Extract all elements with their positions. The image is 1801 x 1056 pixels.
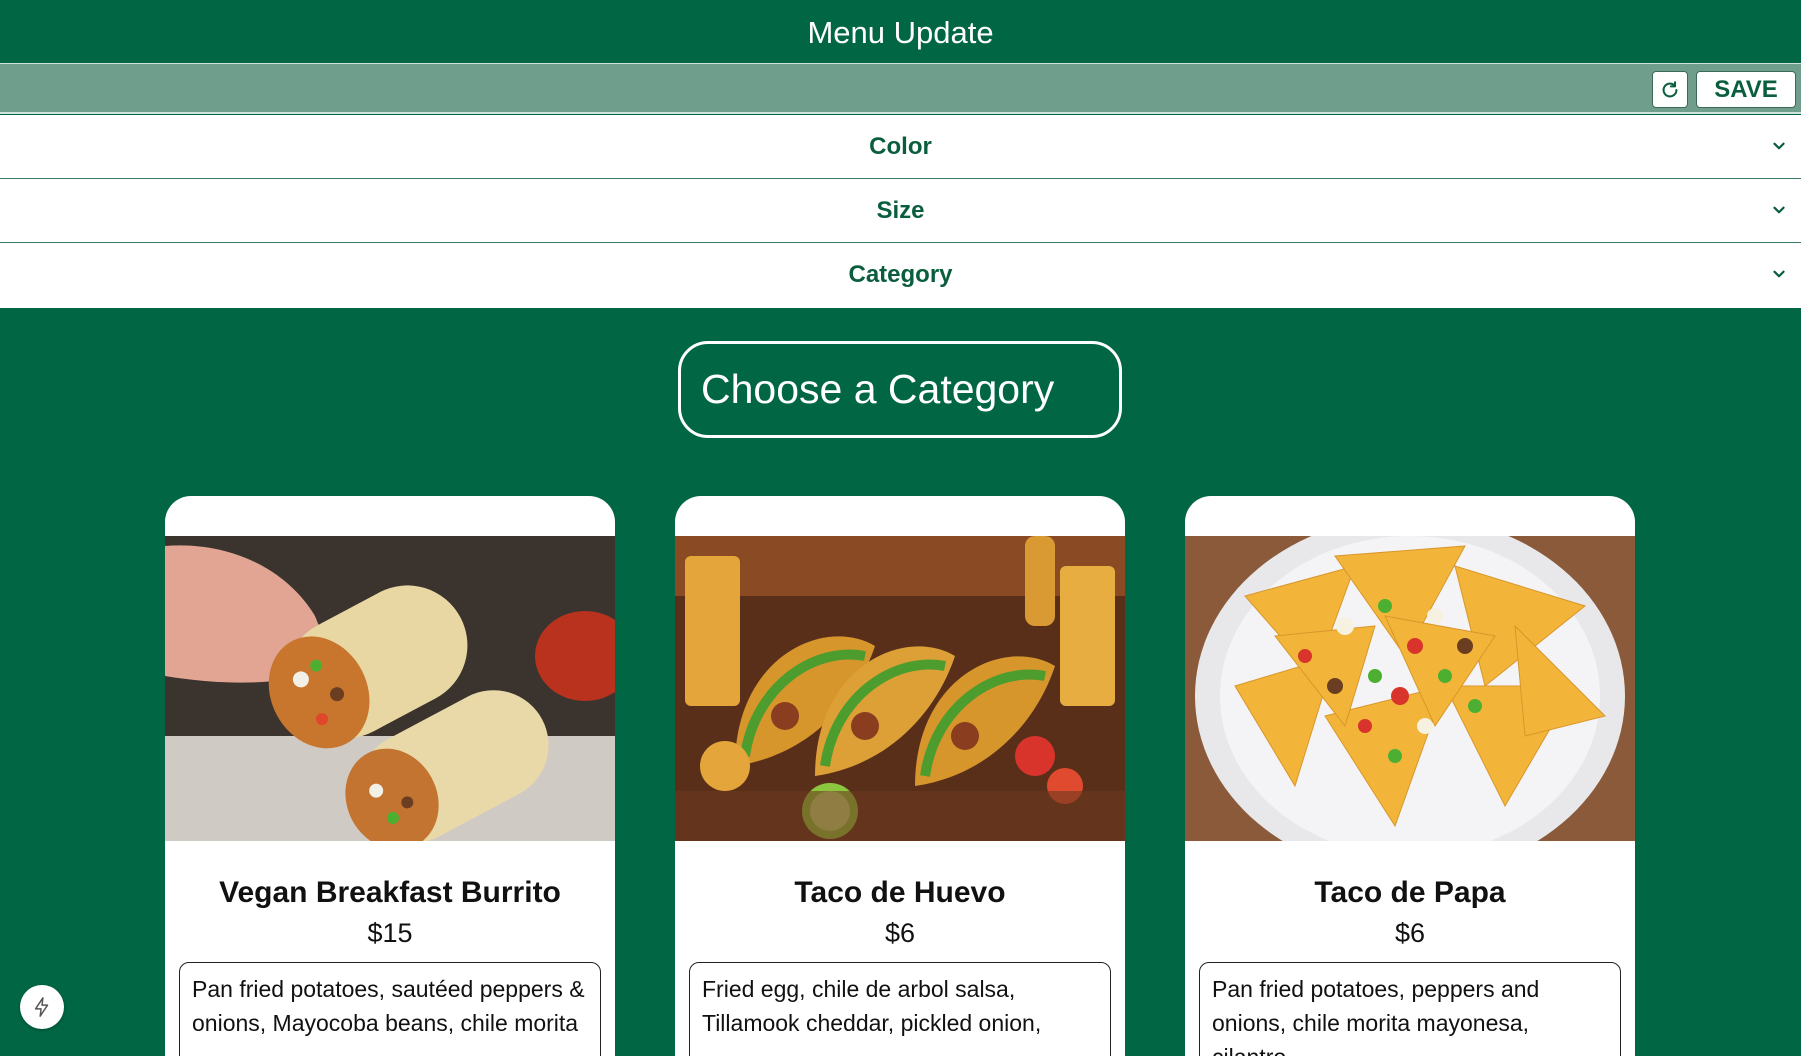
action-bar: SAVE	[0, 63, 1801, 114]
filter-label: Category	[848, 261, 953, 288]
filter-category[interactable]: Category	[0, 243, 1801, 307]
menu-item-card[interactable]: Taco de Huevo $6 Fried egg, chile de arb…	[675, 496, 1125, 1056]
menu-item-image	[1185, 536, 1635, 841]
menu-item-description[interactable]: Pan fried potatoes, sautéed peppers & on…	[179, 962, 601, 1056]
filter-panel: Color Size Category	[0, 115, 1801, 308]
filter-color[interactable]: Color	[0, 115, 1801, 179]
chevron-down-icon	[1773, 206, 1785, 214]
menu-item-card[interactable]: Taco de Papa $6 Pan fried potatoes, pepp…	[1185, 496, 1635, 1056]
filter-label: Color	[869, 132, 932, 160]
menu-item-price: $15	[367, 918, 413, 948]
app-header: Menu Update	[0, 3, 1801, 63]
save-button[interactable]: SAVE	[1696, 71, 1796, 108]
menu-item-image	[675, 536, 1125, 841]
menu-item-description[interactable]: Pan fried potatoes, peppers and onions, …	[1199, 962, 1621, 1056]
chevron-down-icon	[1773, 270, 1785, 278]
chevron-down-icon	[1773, 142, 1785, 150]
page-title: Menu Update	[807, 15, 994, 50]
lightning-bolt-icon	[34, 997, 49, 1017]
filter-size[interactable]: Size	[0, 179, 1801, 243]
menu-item-price: $6	[1394, 918, 1426, 948]
menu-item-name: Taco de Huevo	[794, 876, 1006, 909]
menu-item-name: Vegan Breakfast Burrito	[219, 876, 561, 909]
menu-item-image	[165, 536, 615, 841]
menu-item-description[interactable]: Fried egg, chile de arbol salsa, Tillamo…	[689, 962, 1111, 1056]
menu-item-price: $6	[884, 918, 916, 948]
quick-action-button[interactable]	[20, 985, 64, 1029]
filter-label: Size	[876, 196, 925, 224]
choose-category-button[interactable]: Choose a Category	[678, 341, 1122, 438]
refresh-button[interactable]	[1652, 71, 1688, 108]
refresh-icon	[1662, 80, 1678, 97]
menu-item-name: Taco de Papa	[1314, 876, 1506, 909]
menu-item-card[interactable]: Vegan Breakfast Burrito $15 Pan fried po…	[165, 496, 615, 1056]
